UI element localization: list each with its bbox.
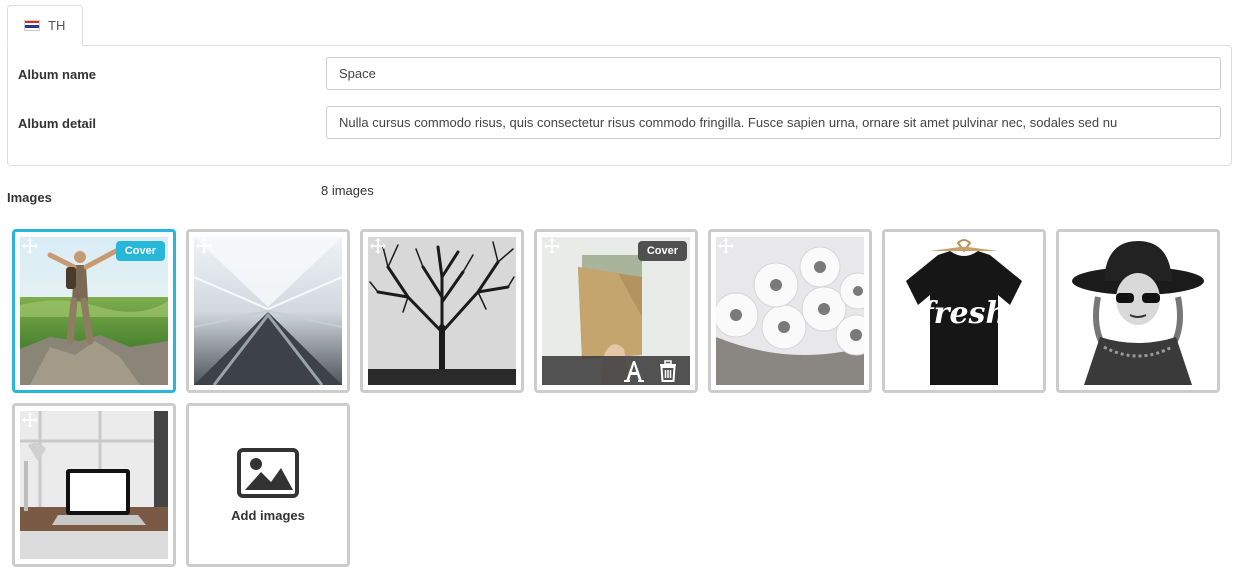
move-icon[interactable] bbox=[544, 238, 560, 254]
move-icon[interactable] bbox=[22, 412, 38, 428]
image-thumbnail bbox=[1064, 237, 1212, 385]
tree-photo bbox=[368, 237, 516, 385]
tshirt-photo: fresh bbox=[890, 237, 1038, 385]
image-tile[interactable]: fresh bbox=[882, 229, 1046, 393]
add-images-button[interactable]: Add images bbox=[186, 403, 350, 567]
image-tile[interactable]: Cover bbox=[534, 229, 698, 393]
album-name-input[interactable] bbox=[326, 57, 1221, 90]
toilet-rolls-photo bbox=[716, 237, 864, 385]
move-icon[interactable] bbox=[22, 238, 38, 254]
image-tile[interactable]: Cover bbox=[12, 229, 176, 393]
image-tile[interactable] bbox=[12, 403, 176, 567]
image-thumbnail bbox=[20, 411, 168, 559]
thailand-flag-icon bbox=[24, 20, 40, 31]
image-toolbar bbox=[542, 356, 690, 385]
image-thumbnail bbox=[368, 237, 516, 385]
woman-hat-photo bbox=[1064, 237, 1212, 385]
image-thumbnail bbox=[716, 237, 864, 385]
move-icon[interactable] bbox=[196, 238, 212, 254]
set-cover-button[interactable]: Cover bbox=[637, 241, 687, 261]
album-detail-label: Album detail bbox=[18, 116, 97, 131]
album-name-label: Album name bbox=[18, 67, 97, 82]
album-detail-input[interactable] bbox=[326, 106, 1221, 139]
move-icon[interactable] bbox=[370, 238, 386, 254]
album-form-panel: Album name Album detail bbox=[7, 45, 1232, 166]
image-thumbnail bbox=[194, 237, 342, 385]
image-tile[interactable] bbox=[1056, 229, 1220, 393]
cover-badge[interactable]: Cover bbox=[115, 241, 165, 261]
add-images-label: Add images bbox=[231, 507, 305, 523]
move-icon[interactable] bbox=[718, 238, 734, 254]
image-tile[interactable] bbox=[360, 229, 524, 393]
image-tile[interactable] bbox=[186, 229, 350, 393]
laptop-photo bbox=[20, 411, 168, 559]
image-thumbnail: fresh bbox=[890, 237, 1038, 385]
image-tile[interactable] bbox=[708, 229, 872, 393]
image-add-icon bbox=[237, 447, 299, 498]
images-label: Images bbox=[7, 190, 52, 205]
tab-label: TH bbox=[48, 18, 66, 33]
tab-th[interactable]: TH bbox=[7, 5, 83, 46]
images-count: 8 images bbox=[321, 183, 374, 198]
caption-text-icon[interactable] bbox=[622, 359, 646, 383]
trash-icon[interactable] bbox=[656, 359, 680, 383]
corridor-photo bbox=[194, 237, 342, 385]
tshirt-print: fresh bbox=[919, 296, 1008, 331]
